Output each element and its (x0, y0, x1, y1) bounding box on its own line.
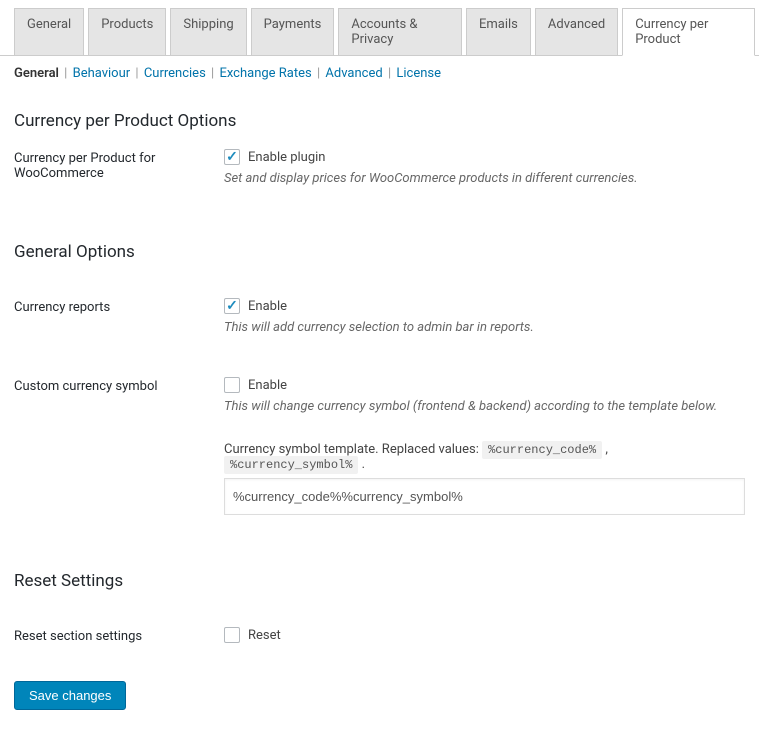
subtab-advanced[interactable]: Advanced (325, 66, 382, 81)
tab-general[interactable]: General (14, 8, 84, 55)
tab-currency-per-product[interactable]: Currency per Product (622, 8, 755, 56)
subtab-license[interactable]: License (396, 66, 441, 81)
checkbox-label-currency-reports: Enable (248, 299, 287, 314)
checkbox-reset[interactable] (224, 627, 240, 643)
tab-products[interactable]: Products (88, 8, 166, 55)
label-reset-section: Reset section settings (14, 627, 224, 644)
tab-payments[interactable]: Payments (251, 8, 335, 55)
description-currency-reports: This will add currency selection to admi… (224, 320, 745, 335)
separator: | (317, 66, 320, 81)
separator: | (64, 66, 67, 81)
code-currency-code: %currency_code% (482, 441, 602, 459)
sub-tabs: General | Behaviour | Currencies | Excha… (0, 56, 759, 89)
tab-advanced[interactable]: Advanced (535, 8, 618, 55)
separator: | (211, 66, 214, 81)
checkbox-label-custom-symbol: Enable (248, 378, 287, 393)
subtab-exchange-rates[interactable]: Exchange Rates (219, 66, 311, 81)
tab-emails[interactable]: Emails (466, 8, 531, 55)
save-button[interactable]: Save changes (14, 681, 126, 710)
template-info: Currency symbol template. Replaced value… (224, 442, 745, 472)
template-prefix: Currency symbol template. Replaced value… (224, 442, 482, 457)
input-symbol-template[interactable] (224, 478, 745, 515)
tab-shipping[interactable]: Shipping (170, 8, 246, 55)
description-custom-symbol: This will change currency symbol (fronte… (224, 399, 745, 414)
subtab-currencies[interactable]: Currencies (144, 66, 206, 81)
checkbox-enable-plugin[interactable] (224, 149, 240, 165)
tab-accounts[interactable]: Accounts & Privacy (338, 8, 462, 55)
checkbox-custom-symbol[interactable] (224, 377, 240, 393)
checkbox-label-enable-plugin: Enable plugin (248, 150, 326, 165)
checkbox-label-reset: Reset (248, 628, 281, 643)
description-enable-plugin: Set and display prices for WooCommerce p… (224, 171, 745, 186)
code-currency-symbol: %currency_symbol% (224, 456, 358, 474)
subtab-general[interactable]: General (14, 66, 59, 81)
label-cpp-woocommerce: Currency per Product for WooCommerce (14, 149, 224, 181)
label-currency-reports: Currency reports (14, 298, 224, 315)
main-tabs: General Products Shipping Payments Accou… (0, 0, 759, 56)
template-sep: , (602, 442, 608, 457)
separator: | (388, 66, 391, 81)
separator: | (135, 66, 138, 81)
section-title-cpp-options: Currency per Product Options (14, 111, 745, 131)
section-title-reset: Reset Settings (14, 571, 745, 591)
section-title-general-options: General Options (14, 242, 745, 262)
subtab-behaviour[interactable]: Behaviour (73, 66, 131, 81)
label-custom-symbol: Custom currency symbol (14, 377, 224, 394)
checkbox-currency-reports[interactable] (224, 298, 240, 314)
template-suffix: . (358, 457, 365, 472)
